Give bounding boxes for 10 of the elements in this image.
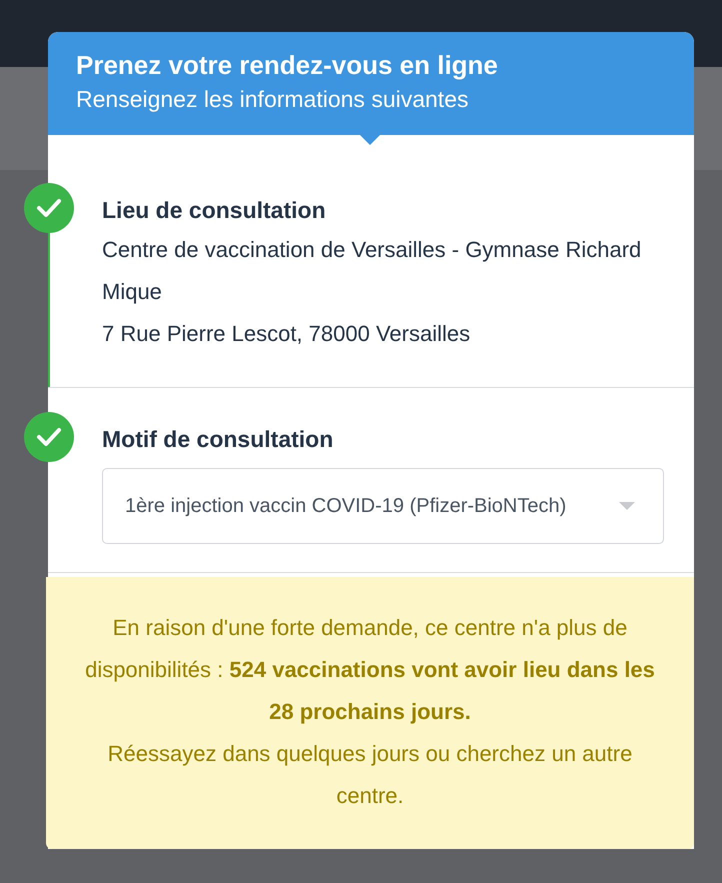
section-title: Lieu de consultation [102,196,327,225]
caret-icon [619,502,635,510]
warning-text: Réessayez dans quelques jours ou cherchez un autre centre. [106,740,634,810]
address-text: 7 Rue Pierre Lescot, 78000 Versailles [102,320,472,348]
reason-dropdown[interactable]: 1ère injection vaccin COVID-19 (Pfizer-BioNTech) [102,468,664,544]
dialog-title: Prenez votre rendez-vous en ligne [76,50,499,80]
address-text: Centre de vaccination de Versailles - Gymnase Richard Mique [102,236,642,306]
dialog-subtitle: Renseignez les informations suivantes [76,85,470,114]
warning-text: En raison d'une forte demande, ce centre n'a plus de disponibilités : 524 vaccinations vont avoir lieu dans les 28 prochains jours. [84,614,656,726]
section-title: Motif de consultation [102,425,334,454]
